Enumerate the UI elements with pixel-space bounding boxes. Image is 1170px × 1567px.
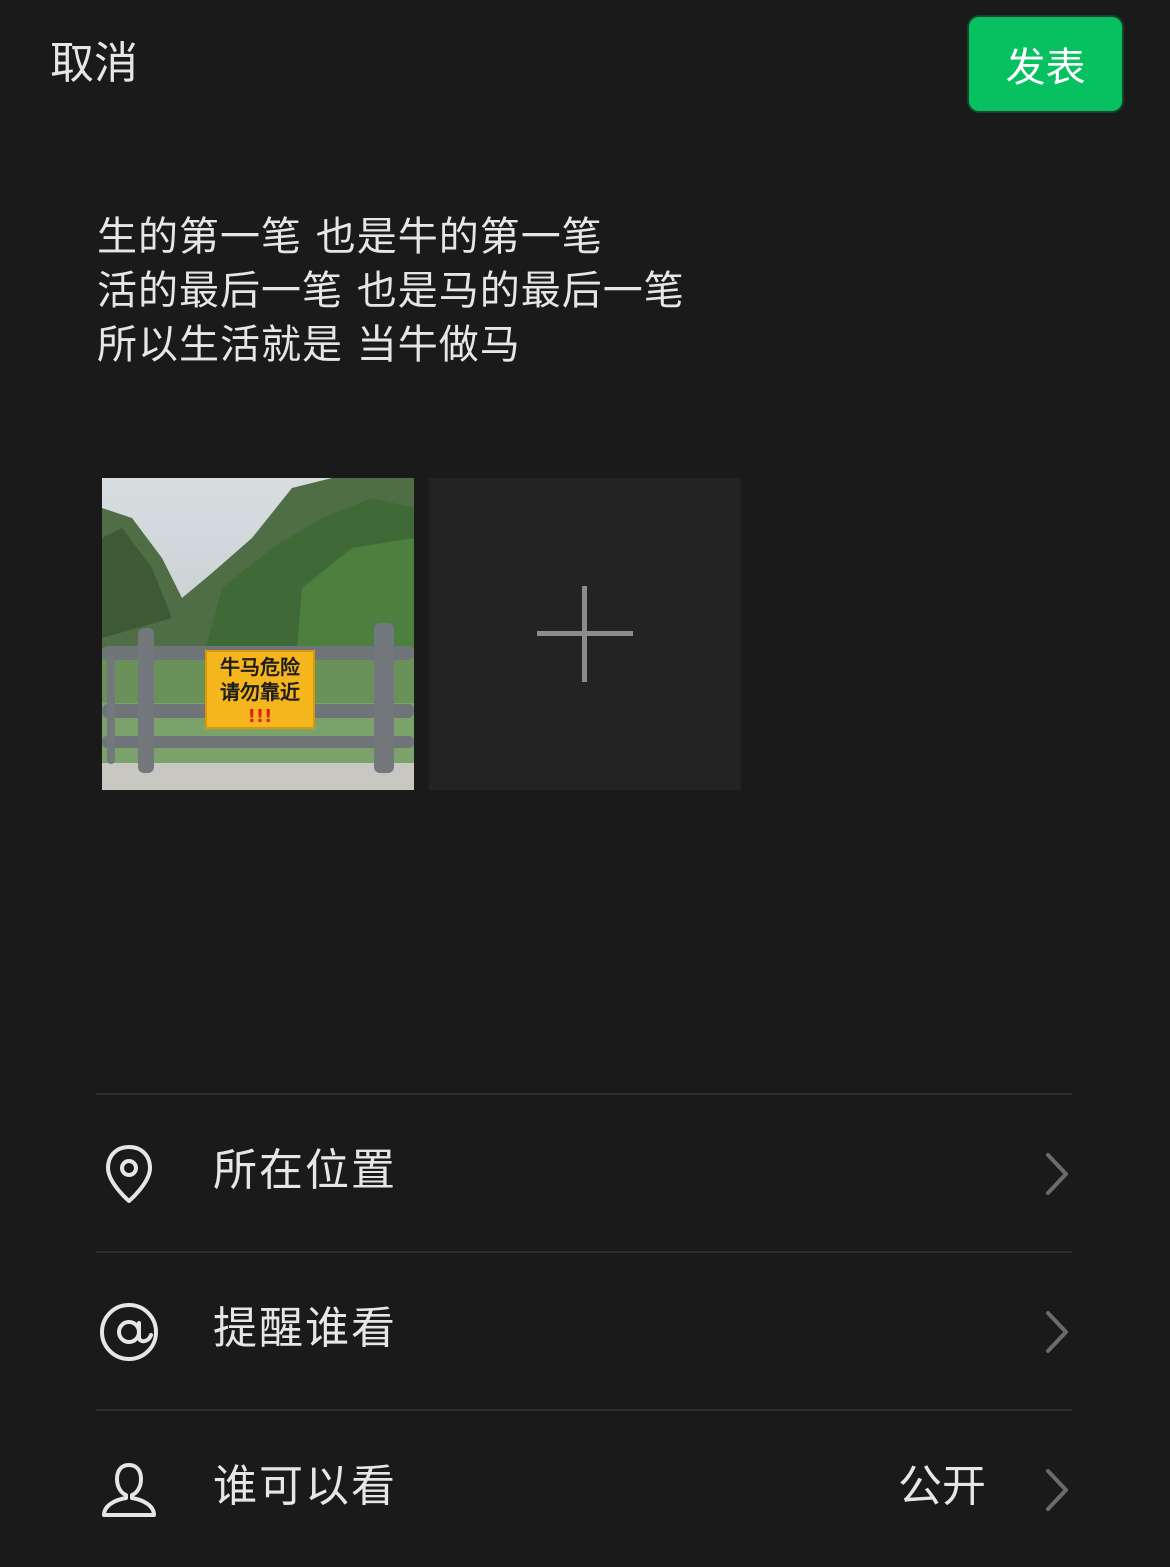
add-photo-button[interactable] [429,478,741,790]
sign-line-1: 牛马危险 [220,655,301,679]
sign-line-3: !!! [248,706,273,727]
remind-label: 提醒谁看 [213,1303,397,1354]
chevron-right-icon [1046,1311,1068,1353]
location-label: 所在位置 [213,1145,397,1196]
plus-icon-bar [537,631,633,636]
chevron-right-icon [1046,1153,1068,1195]
publish-button[interactable]: 发表 [969,17,1122,111]
visibility-row[interactable]: 谁可以看 公开 [96,1411,1072,1567]
person-icon [102,1463,156,1517]
visibility-value: 公开 [898,1461,986,1512]
photo-thumbnail[interactable]: 牛马危险 请勿靠近 !!! [102,478,414,790]
remind-row[interactable]: 提醒谁看 [96,1253,1072,1409]
photo-image: 牛马危险 请勿靠近 !!! [102,478,414,790]
chevron-right-icon [1046,1469,1068,1511]
post-text-input[interactable]: 生的第一笔 也是牛的第一笔 活的最后一笔 也是马的最后一笔 所以生活就是 当牛做… [97,210,1077,372]
at-sign-icon [100,1303,158,1361]
location-pin-icon [106,1145,152,1203]
location-row[interactable]: 所在位置 [96,1095,1072,1251]
sign-line-2: 请勿靠近 [220,680,300,704]
visibility-label: 谁可以看 [213,1461,397,1512]
cancel-button[interactable]: 取消 [50,36,138,92]
